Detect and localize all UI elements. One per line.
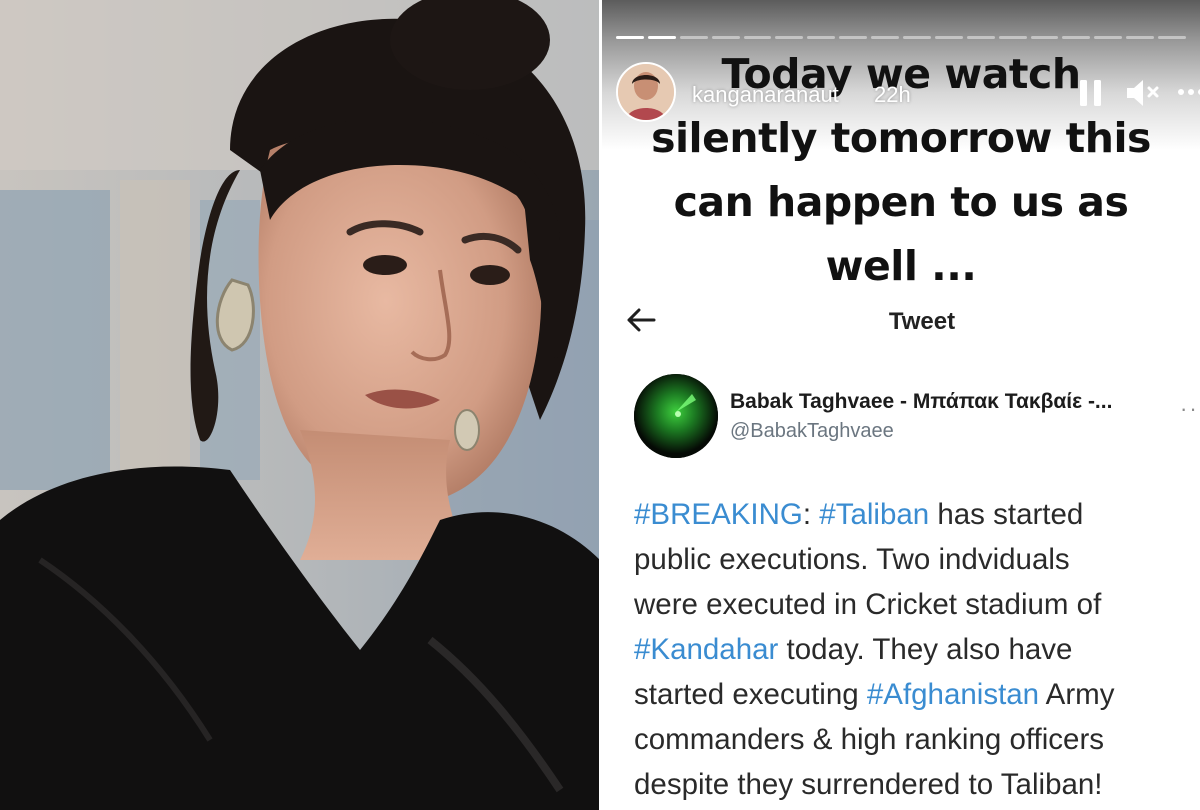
mute-icon[interactable]	[1124, 76, 1164, 110]
progress-segment	[679, 36, 708, 39]
progress-segment	[775, 36, 804, 39]
more-icon[interactable]	[1176, 84, 1200, 100]
progress-segment	[616, 36, 644, 39]
tweet-text-fragment: started executing	[634, 678, 867, 711]
tweet-line: started executing #Afghanistan Army	[634, 672, 1200, 717]
hashtag-afghanistan[interactable]: #Afghanistan	[867, 678, 1039, 711]
progress-segment	[1158, 36, 1187, 39]
tweet-text-fragment: :	[802, 498, 820, 531]
composite-image: Today we watch silently tomorrow this ca…	[0, 0, 1200, 810]
story-header: kanganaranaut 22h	[616, 62, 1200, 124]
author-name[interactable]: Babak Taghvaee - Μπάπακ Τακβαίε -...	[730, 390, 1112, 414]
hashtag-breaking[interactable]: #BREAKING	[634, 498, 803, 531]
progress-segment	[711, 36, 740, 39]
progress-segment	[934, 36, 963, 39]
story-time-ago: 22h	[874, 82, 911, 107]
progress-segment	[839, 36, 868, 39]
tweet-text-fragment: today. They also have	[778, 633, 1073, 666]
tweet-text-fragment: Army	[1039, 678, 1115, 711]
progress-segment	[871, 36, 900, 39]
caption-line-4: well ...	[825, 242, 977, 290]
story-screenshot: Today we watch silently tomorrow this ca…	[602, 0, 1200, 810]
tweet-text-fragment: has started	[929, 498, 1084, 531]
progress-segment	[1062, 36, 1091, 39]
profile-avatar[interactable]	[616, 62, 676, 122]
tweet-line: #BREAKING: #Taliban has started	[634, 492, 1200, 537]
author-handle[interactable]: @BabakTaghvaee	[730, 420, 894, 443]
progress-segment	[966, 36, 995, 39]
caption-line-3: can happen to us as	[673, 178, 1129, 226]
progress-segment	[743, 36, 772, 39]
story-progress-bar	[616, 36, 1187, 40]
hashtag-taliban[interactable]: #Taliban	[819, 498, 929, 531]
progress-segment	[903, 36, 931, 39]
tweet-author: Babak Taghvaee - Μπάπακ Τακβαίε -... @Ba…	[602, 372, 1200, 462]
tweet-page-title: Tweet	[888, 308, 956, 335]
author-avatar[interactable]	[634, 374, 718, 458]
progress-segment	[1094, 36, 1123, 39]
story-username[interactable]: kanganaranaut	[692, 82, 839, 108]
tweet-line: were executed in Cricket stadium of	[634, 588, 1102, 621]
progress-segment	[998, 36, 1027, 39]
progress-segment	[807, 36, 836, 39]
tweet-line: public executions. Two indviduals	[634, 543, 1070, 576]
hashtag-kandahar[interactable]: #Kandahar	[634, 633, 778, 666]
portrait-photo	[0, 0, 600, 810]
tweet-nav-bar: Tweet	[602, 296, 1200, 346]
pause-icon[interactable]	[1074, 76, 1108, 110]
progress-segment	[1126, 36, 1155, 39]
progress-segment	[647, 36, 676, 39]
progress-segment	[1030, 36, 1059, 39]
tweet-line: despite they surrendered to Taliban!	[634, 768, 1103, 801]
tweet-line: commanders & high ranking officers	[634, 723, 1105, 756]
tweet-line: #Kandahar today. They also have	[634, 627, 1200, 672]
tweet-text: #BREAKING: #Taliban has started public e…	[634, 492, 1200, 807]
tweet-more-icon[interactable]: ··	[1180, 396, 1199, 422]
